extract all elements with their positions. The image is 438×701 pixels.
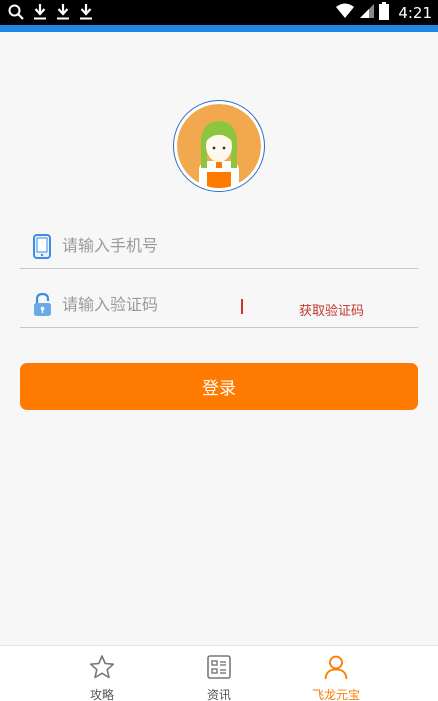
text-caret	[241, 299, 243, 314]
bottom-nav: 攻略 资讯 飞龙元宝	[0, 645, 438, 701]
phone-field	[20, 222, 418, 269]
download-icon	[79, 3, 93, 20]
lock-icon	[33, 292, 52, 321]
status-time: 4:21	[398, 4, 432, 22]
download-icon	[56, 3, 70, 20]
avatar[interactable]	[173, 100, 265, 192]
phone-input[interactable]	[62, 232, 262, 258]
get-code-button[interactable]: 获取验证码	[299, 300, 364, 319]
avatar-girl-icon	[177, 104, 261, 188]
search-icon	[8, 4, 24, 20]
nav-label: 飞龙元宝	[311, 688, 360, 701]
status-bar: 4:21	[0, 0, 438, 25]
login-button[interactable]: 登录	[20, 363, 418, 410]
verification-code-field: 获取验证码	[20, 281, 418, 328]
download-icon	[33, 3, 47, 20]
news-icon	[207, 655, 231, 679]
phone-icon	[33, 234, 51, 263]
wifi-icon	[335, 3, 355, 23]
accent-strip	[0, 25, 438, 32]
verification-code-input[interactable]	[62, 291, 262, 317]
battery-icon	[379, 2, 390, 24]
notification-icons	[8, 3, 93, 20]
signal-icon	[360, 3, 375, 23]
system-indicators: 4:21	[335, 2, 432, 24]
star-icon	[89, 655, 115, 679]
nav-item-account[interactable]: 飞龙元宝	[263, 646, 409, 701]
user-icon	[324, 655, 348, 680]
